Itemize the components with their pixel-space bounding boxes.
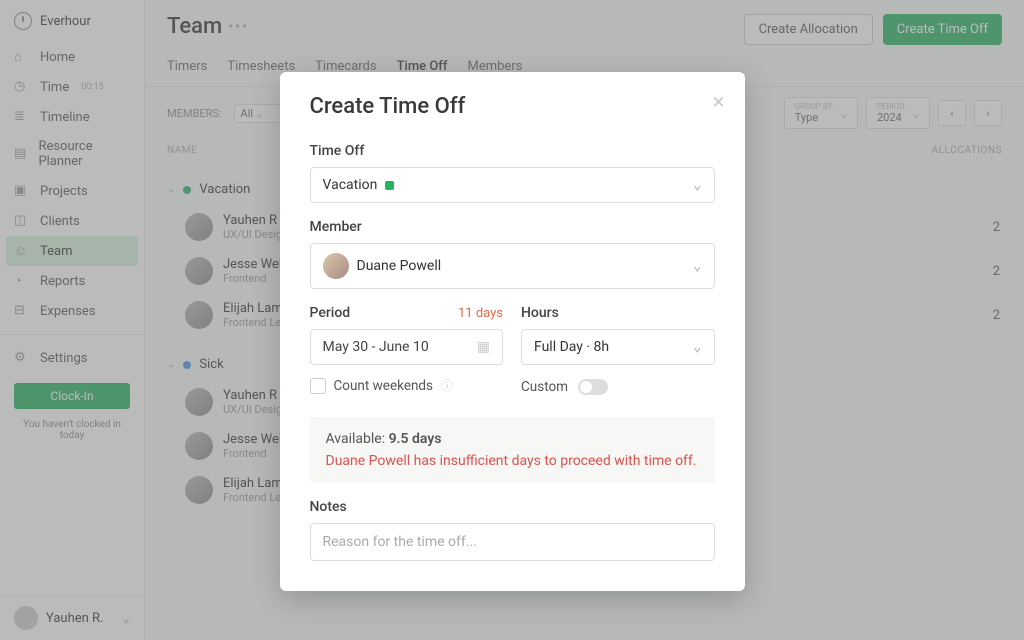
chevron-down-icon: ⌄ [693,177,701,193]
modal-overlay: × Create Time Off Time Off Vacation ⌄ Me… [0,0,1024,640]
hours-label: Hours [521,305,559,321]
notes-label: Notes [310,499,715,515]
period-input[interactable]: May 30 - June 10 ▦ [310,329,504,365]
custom-label: Custom [521,379,568,395]
timeoff-type-select[interactable]: Vacation ⌄ [310,167,715,203]
chevron-down-icon: ⌄ [693,258,701,274]
create-timeoff-modal: × Create Time Off Time Off Vacation ⌄ Me… [280,72,745,591]
member-avatar [323,253,349,279]
count-weekends-checkbox[interactable] [310,378,326,394]
custom-toggle[interactable] [578,379,608,395]
type-color-dot [385,181,394,190]
days-count: 11 days [458,306,503,321]
info-icon[interactable]: ⓘ [441,377,453,394]
member-label: Member [310,219,715,235]
period-label: Period [310,305,351,321]
chevron-down-icon: ⌄ [693,339,701,355]
close-icon[interactable]: × [713,90,725,115]
calendar-icon: ▦ [477,339,490,355]
hours-select[interactable]: Full Day · 8h ⌄ [521,329,715,365]
availability-box: Available: 9.5 days Duane Powell has ins… [310,417,715,483]
modal-title: Create Time Off [310,94,715,119]
timeoff-type-label: Time Off [310,143,715,159]
member-select[interactable]: Duane Powell ⌄ [310,243,715,289]
error-message: Duane Powell has insufficient days to pr… [326,453,699,469]
notes-input[interactable]: Reason for the time off... [310,523,715,561]
count-weekends-label: Count weekends [334,378,434,394]
